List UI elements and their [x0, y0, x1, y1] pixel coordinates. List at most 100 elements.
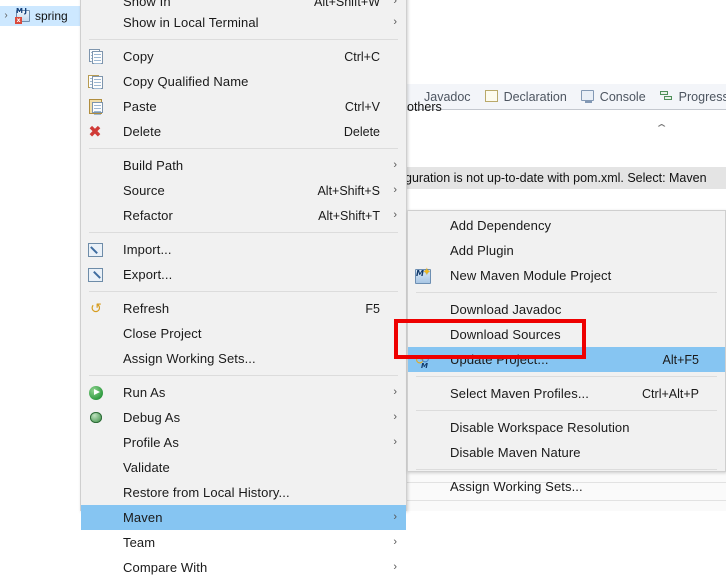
project-explorer-panel: › M Jx spring [0, 0, 83, 511]
chevron-right-icon: › [393, 436, 397, 448]
submenu-item-disable-workspace-resolution-label: Disable Workspace Resolution [450, 420, 630, 435]
menu-item-show-in-local-terminal-label: Show in Local Terminal [123, 15, 259, 30]
menu-item-refresh-accel: F5 [365, 301, 380, 316]
menu-item-copy-label: Copy [123, 49, 154, 64]
menu-item-delete-label: Delete [123, 124, 162, 139]
submenu-item-disable-maven-nature[interactable]: Disable Maven Nature [408, 440, 725, 465]
submenu-item-disable-workspace-resolution[interactable]: Disable Workspace Resolution [408, 415, 725, 440]
project-context-menu[interactable]: Show In Alt+Shift+W › Show in Local Term… [80, 0, 407, 575]
chevron-right-icon: › [393, 386, 397, 398]
submenu-item-new-maven-module-project[interactable]: ✦ New Maven Module Project [408, 263, 725, 288]
chevron-right-icon: › [393, 0, 397, 7]
problem-description-text: guration is not up-to-date with pom.xml.… [405, 171, 707, 185]
menu-item-copy-qualified-name[interactable]: Copy Qualified Name [81, 69, 406, 94]
menu-item-validate-label: Validate [123, 460, 170, 475]
menu-item-maven-label: Maven [123, 510, 163, 525]
menu-item-close-project-label: Close Project [123, 326, 202, 341]
menu-item-paste-accel: Ctrl+V [344, 99, 380, 114]
submenu-item-update-project-accel: Alt+F5 [662, 352, 699, 367]
menu-item-restore-from-local-history-label: Restore from Local History... [123, 485, 290, 500]
menu-separator [416, 376, 717, 377]
submenu-item-update-project[interactable]: ↺ ↻ M Update Project... Alt+F5 [408, 347, 725, 372]
menu-item-refresh[interactable]: ↺ Refresh F5 [81, 296, 406, 321]
menu-item-source[interactable]: Source Alt+Shift+S › [81, 178, 406, 203]
menu-item-show-in[interactable]: Show In Alt+Shift+W › [81, 0, 406, 10]
menu-separator [89, 39, 398, 40]
submenu-item-add-dependency[interactable]: Add Dependency [408, 213, 725, 238]
chevron-right-icon: › [393, 511, 397, 523]
chevron-right-icon: › [393, 411, 397, 423]
menu-item-refactor[interactable]: Refactor Alt+Shift+T › [81, 203, 406, 228]
menu-item-refresh-label: Refresh [123, 301, 170, 316]
project-tree-item-spring[interactable]: › M Jx spring [0, 6, 82, 26]
menu-item-team[interactable]: Team › [81, 530, 406, 555]
submenu-item-update-project-label: Update Project... [450, 352, 549, 367]
chevron-up-icon[interactable]: ⌃ [654, 122, 669, 135]
submenu-item-select-maven-profiles[interactable]: Select Maven Profiles... Ctrl+Alt+P [408, 381, 725, 406]
menu-item-run-as[interactable]: Run As › [81, 380, 406, 405]
menu-item-profile-as[interactable]: Profile As › [81, 430, 406, 455]
menu-separator [416, 292, 717, 293]
menu-item-restore-from-local-history[interactable]: Restore from Local History... [81, 480, 406, 505]
menu-item-import-label: Import... [123, 242, 172, 257]
menu-item-source-label: Source [123, 183, 165, 198]
chevron-right-icon: › [393, 16, 397, 28]
menu-item-compare-with-label: Compare With [123, 560, 208, 575]
menu-item-paste[interactable]: Paste Ctrl+V [81, 94, 406, 119]
menu-item-build-path-label: Build Path [123, 158, 184, 173]
chevron-right-icon: › [393, 209, 397, 221]
menu-item-copy[interactable]: Copy Ctrl+C [81, 44, 406, 69]
submenu-item-assign-working-sets-label: Assign Working Sets... [450, 479, 583, 494]
menu-separator [89, 232, 398, 233]
chevron-right-icon: › [393, 561, 397, 573]
submenu-item-add-plugin-label: Add Plugin [450, 243, 514, 258]
paste-icon [86, 98, 106, 116]
submenu-item-download-sources[interactable]: Download Sources [408, 322, 725, 347]
submenu-item-disable-maven-nature-label: Disable Maven Nature [450, 445, 581, 460]
menu-item-run-as-label: Run As [123, 385, 166, 400]
menu-item-maven[interactable]: Maven › [81, 505, 406, 530]
menu-item-paste-label: Paste [123, 99, 157, 114]
menu-separator [89, 291, 398, 292]
expand-arrow-icon[interactable]: › [0, 11, 12, 21]
menu-separator [89, 375, 398, 376]
menu-item-assign-working-sets[interactable]: Assign Working Sets... [81, 346, 406, 371]
copy-qualified-name-icon [86, 73, 106, 91]
maven-submenu[interactable]: Add Dependency Add Plugin ✦ New Maven Mo… [407, 210, 726, 494]
menu-item-team-label: Team [123, 535, 156, 550]
menu-item-delete[interactable]: ✖ Delete Delete [81, 119, 406, 144]
menu-separator [416, 469, 717, 470]
submenu-item-add-dependency-label: Add Dependency [450, 218, 552, 233]
menu-item-debug-as[interactable]: Debug As › [81, 405, 406, 430]
menu-item-export[interactable]: Export... [81, 262, 406, 287]
menu-item-build-path[interactable]: Build Path › [81, 153, 406, 178]
menu-item-show-in-local-terminal[interactable]: Show in Local Terminal › [81, 10, 406, 35]
submenu-item-download-javadoc-label: Download Javadoc [450, 302, 562, 317]
delete-icon: ✖ [88, 121, 102, 141]
menu-item-import[interactable]: Import... [81, 237, 406, 262]
update-project-icon: ↺ ↻ M [415, 351, 431, 370]
new-maven-module-project-icon: ✦ [413, 267, 433, 285]
chevron-right-icon: › [393, 159, 397, 171]
project-tree-item-label: spring [35, 9, 68, 23]
menu-item-profile-as-label: Profile As [123, 435, 179, 450]
submenu-item-new-maven-module-project-label: New Maven Module Project [450, 268, 612, 283]
menu-item-delete-accel: Delete [343, 124, 380, 139]
import-icon [86, 241, 106, 259]
submenu-item-download-javadoc[interactable]: Download Javadoc [408, 297, 725, 322]
menu-item-export-label: Export... [123, 267, 173, 282]
menu-item-compare-with[interactable]: Compare With › [81, 555, 406, 580]
submenu-item-add-plugin[interactable]: Add Plugin [408, 238, 725, 263]
menu-item-close-project[interactable]: Close Project [81, 321, 406, 346]
menu-item-validate[interactable]: Validate [81, 455, 406, 480]
menu-separator [89, 148, 398, 149]
submenu-item-assign-working-sets[interactable]: Assign Working Sets... [408, 474, 725, 499]
run-icon [86, 384, 106, 402]
export-icon [86, 266, 106, 284]
refresh-icon: ↺ [90, 300, 102, 317]
problem-description-row[interactable]: guration is not up-to-date with pom.xml.… [405, 167, 726, 189]
others-label: others [407, 100, 442, 114]
debug-icon [86, 409, 106, 427]
menu-item-source-accel: Alt+Shift+S [317, 183, 380, 198]
menu-item-assign-working-sets-label: Assign Working Sets... [123, 351, 256, 366]
